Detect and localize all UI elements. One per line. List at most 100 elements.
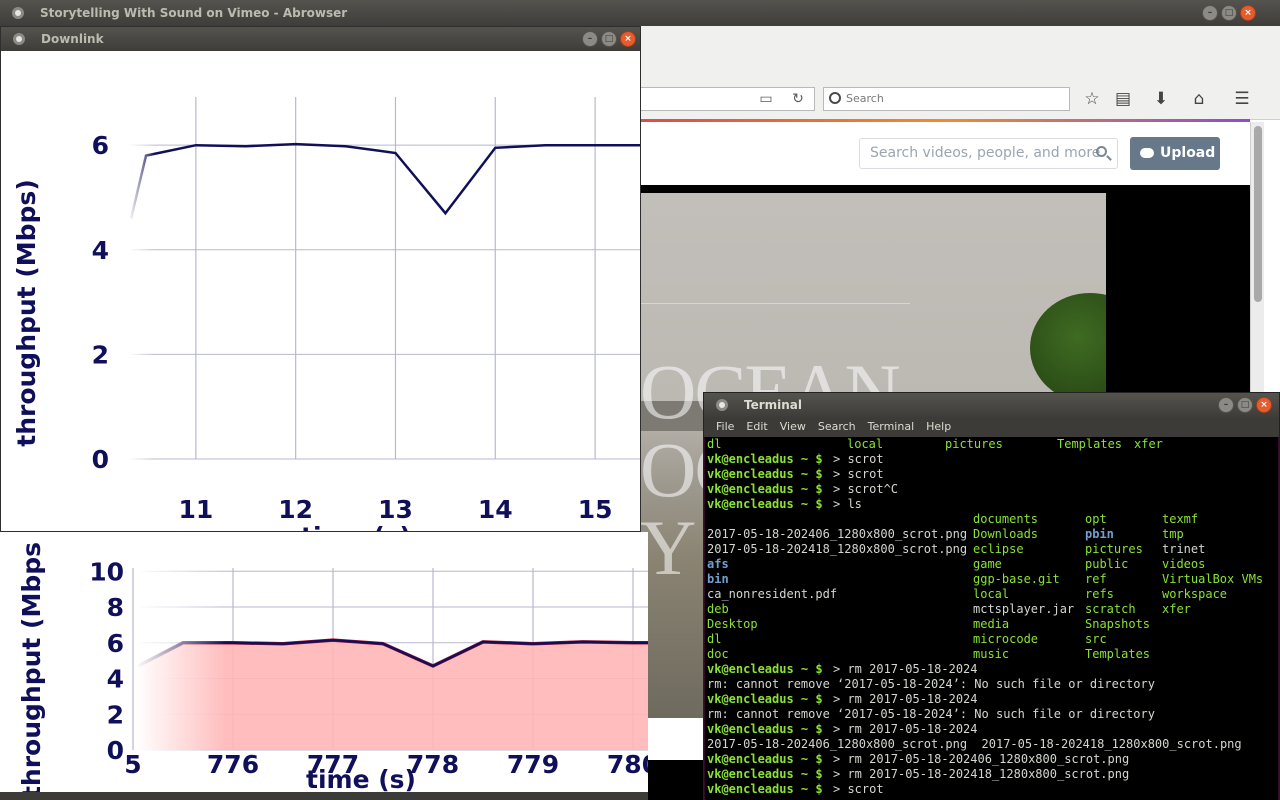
menu-search[interactable]: Search — [812, 417, 862, 437]
minimize-icon[interactable]: – — [582, 31, 598, 47]
ls-entry: ca_nonresident.pdf — [707, 587, 838, 601]
menu-edit[interactable]: Edit — [740, 417, 773, 437]
ls-entry: scratch — [1085, 602, 1136, 616]
downlink-title: Downlink — [41, 32, 104, 46]
close-icon[interactable]: × — [620, 31, 636, 47]
upload-label: Upload — [1160, 145, 1216, 161]
terminal-line: vk@encleadus ~ $ > scrot — [705, 467, 1278, 482]
terminal-line: 2017-05-18-202406_1280x800_scrot.png Down… — [705, 527, 1278, 542]
terminal-line: dl local pictures Templates xfer — [705, 437, 1278, 452]
browser-title: Storytelling With Sound on Vimeo - Abrow… — [40, 6, 348, 20]
window-menu-icon[interactable] — [13, 33, 25, 45]
cloud-upload-icon — [1140, 148, 1154, 158]
x-tick-label: 12 — [278, 495, 313, 524]
terminal-prompt: vk@encleadus ~ $ — [707, 752, 823, 766]
ls-entry: deb — [707, 602, 729, 616]
terminal-prompt: vk@encleadus ~ $ — [707, 467, 823, 481]
terminal-output[interactable]: dl local pictures Templates xfer vk@encleadus… — [705, 437, 1278, 800]
terminal-command: > rm 2017-05-18-2024 — [833, 722, 978, 736]
terminal-line: ca_nonresident.pdf local refs workspace — [705, 587, 1278, 602]
maximize-icon[interactable]: □ — [1237, 397, 1253, 413]
downlink-titlebar: Downlink – □ × — [1, 27, 640, 51]
ls-entry: texmf — [1162, 512, 1199, 526]
ls-entry: eclipse — [973, 542, 1024, 556]
terminal-window: Terminal – □ × File Edit View Search Ter… — [703, 392, 1280, 800]
terminal-line: dl microcode src — [705, 632, 1278, 647]
terminal-prompt: vk@encleadus ~ $ — [707, 497, 823, 511]
terminal-line: vk@encleadus ~ $ > scrot — [705, 782, 1278, 797]
minimize-icon[interactable]: – — [1218, 397, 1234, 413]
ls-entry: videos — [1162, 557, 1206, 571]
ls-entry: 2017-05-18-202418_1280x800_scrot.png — [707, 542, 968, 556]
x-tick-label: 776 — [207, 750, 259, 779]
ls-entry: opt — [1085, 512, 1107, 526]
y-tick-label: 10 — [89, 557, 124, 586]
menu-file[interactable]: File — [710, 417, 740, 437]
ls-entry: xfer — [1134, 437, 1163, 451]
ls-entry: trinet — [1162, 542, 1206, 556]
bookmark-star-icon[interactable]: ☆ — [1081, 89, 1103, 109]
ls-entry: local — [847, 437, 884, 451]
x-tick-label: 11 — [178, 495, 213, 524]
bookmarks-list-icon[interactable]: ▤ — [1112, 89, 1134, 109]
x-tick-label: 780 — [607, 750, 648, 779]
vimeo-search-placeholder: Search videos, people, and more — [870, 145, 1101, 161]
terminal-titlebar: Terminal – □ × — [704, 393, 1279, 417]
ls-entry: pictures — [1085, 542, 1143, 556]
menu-help[interactable]: Help — [920, 417, 957, 437]
ls-entry: tmp — [1162, 527, 1184, 541]
terminal-command: > scrot — [833, 782, 884, 796]
terminal-line: 2017-05-18-202406_1280x800_scrot.png 201… — [705, 737, 1278, 752]
ls-entry: microcode — [973, 632, 1039, 646]
x-tick-label: 778 — [407, 750, 459, 779]
ls-entry: doc — [707, 647, 729, 661]
menu-view[interactable]: View — [774, 417, 812, 437]
browser-search-input[interactable]: Search — [823, 87, 1070, 111]
top-chart-ylabel: throughput (Mbps) — [12, 179, 41, 447]
terminal-output-text: rm: cannot remove ‘2017-05-18-2024’: No … — [707, 677, 1155, 691]
terminal-line: vk@encleadus ~ $ > rm 2017-05-18-202418_1… — [705, 767, 1278, 782]
x-tick-label: 13 — [378, 495, 413, 524]
terminal-line: vk@encleadus ~ $ > ls — [705, 497, 1278, 512]
ls-entry: VirtualBox VMs — [1162, 572, 1264, 586]
close-icon[interactable]: × — [1256, 397, 1272, 413]
window-controls: – □ × — [582, 31, 636, 47]
search-icon[interactable] — [1096, 146, 1107, 157]
ls-entry: ggp-base.git — [973, 572, 1060, 586]
ls-entry: afs — [707, 557, 729, 571]
vimeo-search-input[interactable]: Search videos, people, and more — [859, 138, 1118, 169]
ls-entry: media — [973, 617, 1010, 631]
terminal-output-text: 2017-05-18-202406_1280x800_scrot.png 201… — [707, 737, 1242, 751]
bottom-plot-panel: throughput (Mbps time (s) 0 2 4 6 8 10 5 776 777… — [0, 532, 648, 792]
scrollbar-thumb[interactable] — [1254, 126, 1262, 302]
window-menu-icon[interactable] — [12, 7, 24, 19]
y-tick-label: 0 — [107, 736, 124, 765]
terminal-title: Terminal — [744, 398, 803, 412]
y-tick-label: 2 — [107, 700, 124, 729]
reload-icon[interactable]: ↻ — [789, 91, 807, 107]
desktop-gap — [0, 792, 648, 800]
terminal-line: rm: cannot remove ‘2017-05-18-2024’: No … — [705, 677, 1278, 692]
maximize-icon[interactable]: □ — [601, 31, 617, 47]
browser-search-placeholder: Search — [846, 92, 884, 105]
ls-entry: dl — [707, 437, 722, 451]
ls-entry: Downloads — [973, 527, 1039, 541]
terminal-command: > rm 2017-05-18-202418_1280x800_scrot.pn… — [833, 767, 1130, 781]
download-icon[interactable]: ⬇ — [1150, 89, 1172, 109]
window-menu-icon[interactable] — [716, 399, 728, 411]
ls-entry: game — [973, 557, 1002, 571]
terminal-prompt: vk@encleadus ~ $ — [707, 767, 823, 781]
terminal-prompt: vk@encleadus ~ $ — [707, 662, 823, 676]
menu-icon[interactable]: ☰ — [1231, 89, 1253, 109]
menu-terminal[interactable]: Terminal — [862, 417, 921, 437]
terminal-menubar: File Edit View Search Terminal Help — [704, 417, 1279, 437]
close-icon[interactable]: × — [1240, 5, 1256, 21]
home-icon[interactable]: ⌂ — [1188, 89, 1210, 109]
upload-button[interactable]: Upload — [1130, 137, 1220, 170]
minimize-icon[interactable]: – — [1202, 5, 1218, 21]
terminal-command: > scrot^C — [833, 482, 899, 496]
ls-entry: Templates — [1057, 437, 1123, 451]
terminal-line: vk@encleadus ~ $ > rm 2017-05-18-2024 — [705, 692, 1278, 707]
reader-view-icon[interactable]: ▭ — [757, 91, 775, 107]
maximize-icon[interactable]: □ — [1221, 5, 1237, 21]
